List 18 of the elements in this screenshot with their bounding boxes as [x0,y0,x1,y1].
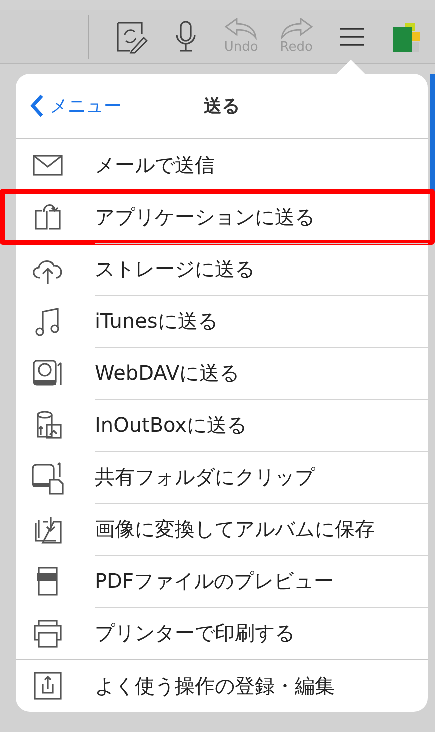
menu-item[interactable]: 共有フォルダにクリップ [16,451,428,503]
undo-icon [224,18,258,40]
menu-item[interactable]: InOutBoxに送る [16,399,428,451]
menu-item[interactable]: WebDAVに送る [16,347,428,399]
menu-item[interactable]: プリンターで印刷する [16,607,428,659]
menu-item[interactable]: よく使う操作の登録・編集 [16,660,428,712]
chevron-left-icon [30,94,44,118]
menu-icon [340,26,364,48]
menu-item[interactable]: iTunesに送る [16,295,428,347]
microphone-icon [174,20,198,54]
menu-item[interactable]: メールで送信 [16,139,428,191]
menu-item[interactable]: 画像に変換してアルバムに保存 [16,503,428,555]
menu-item[interactable]: ストレージに送る [16,243,428,295]
back-button[interactable]: メニュー [16,94,122,118]
menu-item[interactable]: アプリケーションに送る [16,191,428,243]
menu-item[interactable]: PDFファイルのプレビュー [16,555,428,607]
popover-title: 送る [204,95,240,118]
redo-icon [280,18,314,40]
